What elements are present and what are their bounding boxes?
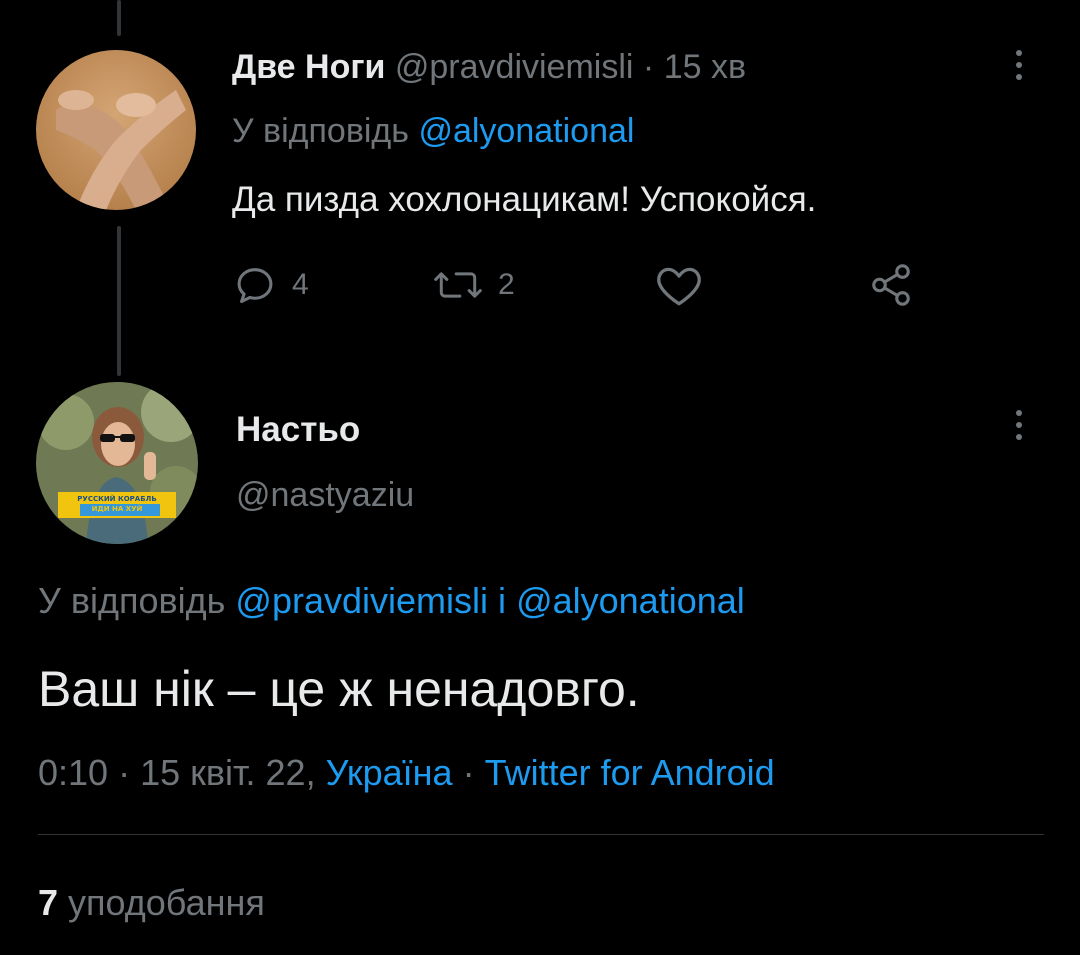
- heart-icon: [657, 267, 701, 306]
- more-vertical-icon-dot: [1016, 434, 1022, 440]
- tweet-time[interactable]: 0:10: [38, 752, 108, 793]
- display-name[interactable]: Две Ноги: [232, 48, 385, 86]
- separator: ·: [642, 48, 655, 86]
- reply-prefix: У відповідь: [232, 112, 409, 150]
- reply-count: 4: [292, 268, 309, 301]
- more-options-button[interactable]: [1014, 410, 1024, 440]
- avatar[interactable]: РУССКИЙ КОРАБЛЬ ИДИ НА ХУЙ: [36, 382, 198, 544]
- avatar-badge-line1: РУССКИЙ КОРАБЛЬ: [77, 495, 157, 503]
- avatar[interactable]: [36, 50, 196, 210]
- reply-context: У відповідь @pravdiviemisli і @alyonatio…: [38, 580, 745, 622]
- user-handle[interactable]: @nastyaziu: [236, 476, 414, 515]
- more-vertical-icon-dot: [1016, 62, 1022, 68]
- source-link[interactable]: Twitter for Android: [485, 752, 775, 793]
- avatar-image: [36, 50, 196, 210]
- thread-line-connector: [117, 226, 121, 376]
- avatar-image: [36, 382, 198, 544]
- tweet-header: Две Ноги @pravdiviemisli · 15 хв: [232, 48, 746, 87]
- reply-context: У відповідь @alyonational: [232, 112, 634, 151]
- user-handle[interactable]: @pravdiviemisli: [395, 48, 634, 86]
- tweet-actions: 4 2: [232, 262, 932, 312]
- reply-prefix: У відповідь: [38, 580, 226, 621]
- reply-bubble-icon: [237, 268, 273, 304]
- more-vertical-icon-dot: [1016, 50, 1022, 56]
- more-vertical-icon-dot: [1016, 74, 1022, 80]
- divider: [38, 834, 1044, 835]
- display-name[interactable]: Настьо: [236, 410, 360, 450]
- retweet-icon: [434, 272, 482, 298]
- retweet-button[interactable]: 2: [432, 262, 515, 308]
- likes-label: уподобання: [68, 882, 265, 923]
- separator: ·: [118, 752, 131, 793]
- timestamp[interactable]: 15 хв: [664, 48, 746, 86]
- share-icon: [872, 264, 910, 306]
- reply-button[interactable]: 4: [232, 262, 309, 308]
- tweet-text: Ваш нік – це ж ненадовго.: [38, 661, 640, 717]
- tweet-date[interactable]: 15 квіт. 22,: [140, 752, 315, 793]
- more-vertical-icon-dot: [1016, 410, 1022, 416]
- more-vertical-icon-dot: [1016, 422, 1022, 428]
- location-link[interactable]: Україна: [326, 752, 453, 793]
- separator: ·: [462, 752, 475, 793]
- mention-link[interactable]: @pravdiviemisli: [235, 580, 488, 621]
- mention-link[interactable]: @alyonational: [418, 112, 634, 150]
- retweet-count: 2: [498, 268, 515, 301]
- like-button[interactable]: [654, 262, 704, 308]
- reply-joiner: і: [498, 580, 507, 621]
- thread-line-top: [117, 0, 121, 36]
- avatar-badge: РУССКИЙ КОРАБЛЬ ИДИ НА ХУЙ: [58, 494, 176, 514]
- more-options-button[interactable]: [1014, 50, 1024, 80]
- tweet-meta: 0:10 · 15 квіт. 22, Україна · Twitter fo…: [38, 752, 775, 794]
- mention-link[interactable]: @alyonational: [516, 580, 745, 621]
- avatar-badge-line2: ИДИ НА ХУЙ: [91, 505, 143, 513]
- share-button[interactable]: [868, 262, 914, 308]
- tweet-text: Да пизда хохлонацикам! Успокойся.: [232, 180, 817, 219]
- likes-stat[interactable]: 7 уподобання: [38, 882, 265, 924]
- likes-count: 7: [38, 882, 59, 923]
